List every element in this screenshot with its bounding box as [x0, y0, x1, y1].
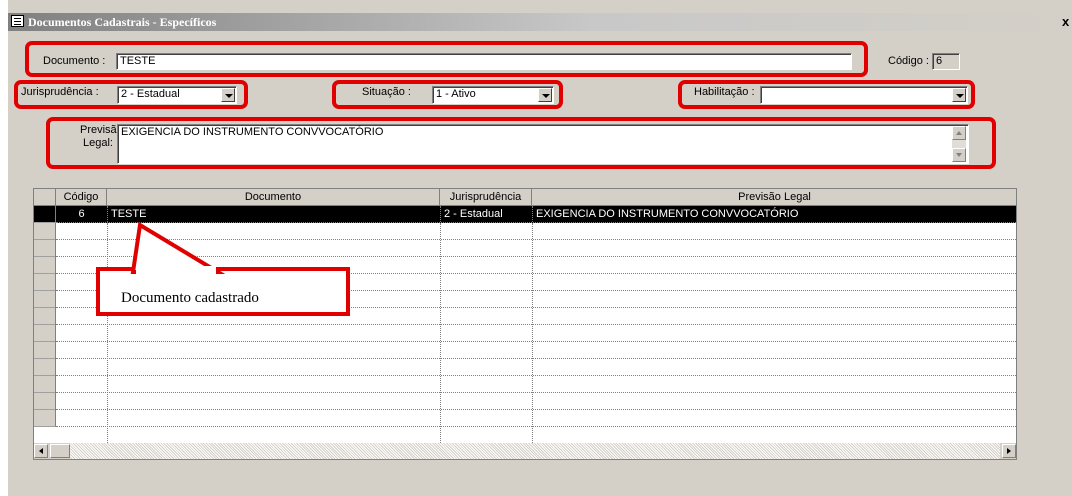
window: Documentos Cadastrais - Específicos x Do… [0, 0, 1072, 496]
callout-pointer [130, 221, 226, 276]
callout-text: Documento cadastrado [121, 290, 259, 306]
